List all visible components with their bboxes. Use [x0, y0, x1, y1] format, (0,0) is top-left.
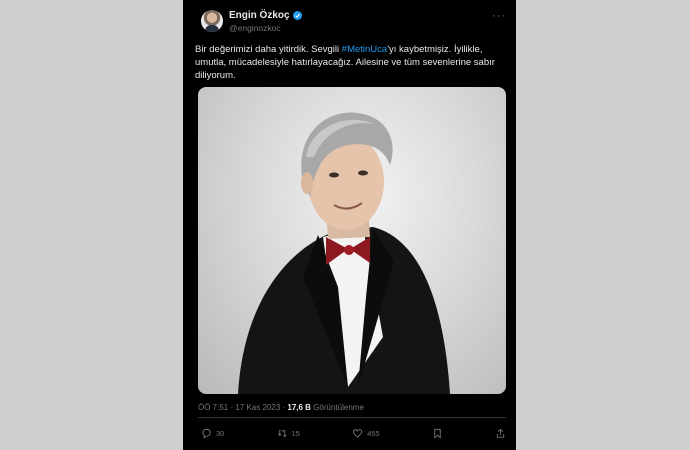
views-count: 17,6 B: [287, 403, 311, 412]
views-label: Görüntülenme: [310, 403, 364, 412]
action-bar: 30 15 455: [201, 428, 506, 439]
portrait-illustration: [238, 112, 450, 394]
outer-background-right: [516, 0, 690, 450]
reply-icon: [202, 428, 211, 439]
tweet-photo[interactable]: [198, 87, 506, 394]
reply-button[interactable]: 30: [201, 428, 224, 439]
heart-icon: [352, 429, 363, 438]
outer-background-left: [0, 0, 183, 450]
retweet-count: 15: [291, 429, 300, 438]
divider: [198, 417, 506, 418]
tweet-text: Bir değerimizi daha yitirdik. Sevgili #M…: [195, 43, 505, 82]
tweet-meta: ÖÖ 7:51 · 17 Kas 2023 · 17,6 B Görüntüle…: [198, 403, 364, 412]
tweet-text-part-1: Bir değerimizi daha yitirdik. Sevgili: [195, 44, 342, 55]
retweet-icon: [277, 429, 287, 438]
share-icon: [496, 428, 505, 438]
verified-badge-icon: [292, 11, 302, 20]
hashtag-link[interactable]: #MetinUca: [342, 44, 387, 55]
reply-count: 30: [216, 429, 225, 438]
bookmark-button[interactable]: [432, 428, 443, 439]
share-button[interactable]: [495, 428, 506, 439]
tweet-timestamp[interactable]: ÖÖ 7:51 · 17 Kas 2023 ·: [198, 403, 287, 412]
retweet-button[interactable]: 15: [277, 428, 300, 439]
bookmark-icon: [434, 428, 441, 439]
author-handle[interactable]: @enginozkoc: [229, 23, 281, 33]
like-button[interactable]: 455: [352, 428, 380, 439]
author-display-name[interactable]: Engin Özkoç: [229, 10, 290, 21]
like-count: 455: [367, 429, 380, 438]
author-avatar[interactable]: [201, 10, 223, 32]
author-name-row: Engin Özkoç: [229, 10, 302, 21]
tweet-card: Engin Özkoç @enginozkoc ··· Bir değerimi…: [183, 0, 516, 450]
more-options-icon[interactable]: ···: [492, 10, 506, 22]
